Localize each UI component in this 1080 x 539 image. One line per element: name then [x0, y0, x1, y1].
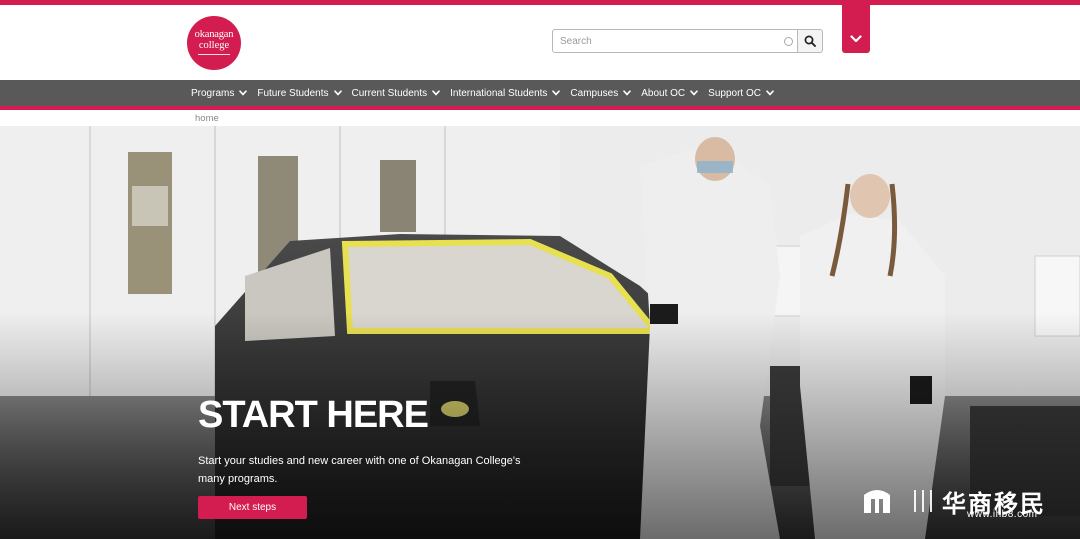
chevron-down-icon — [432, 90, 440, 96]
site-header: okanagan college — [0, 5, 1080, 80]
watermark-logo-icon — [864, 490, 890, 513]
watermark-bars — [914, 490, 932, 512]
search-input[interactable] — [560, 33, 782, 49]
nav-item-current-students[interactable]: Current Students — [352, 88, 441, 99]
nav-item-label: Current Students — [351, 87, 428, 99]
nav-item-about-oc[interactable]: About OC — [641, 88, 698, 99]
okanagan-college-logo[interactable]: okanagan college — [187, 16, 241, 70]
nav-accent-bar — [0, 106, 1080, 110]
nav-item-support-oc[interactable]: Support OC — [708, 88, 774, 99]
nav-item-international-students[interactable]: International Students — [450, 87, 561, 99]
search-icon — [804, 35, 816, 47]
nav-item-label: About OC — [641, 87, 686, 99]
chevron-down-icon — [850, 35, 862, 43]
nav-item-future-students[interactable]: Future Students — [257, 87, 342, 99]
menu-toggle-button[interactable] — [842, 5, 870, 53]
hero-banner: START HERE Start your studies and new ca… — [0, 126, 1080, 539]
nav-item-programs[interactable]: Programs — [191, 87, 248, 99]
nav-item-campuses[interactable]: Campuses — [570, 87, 632, 99]
breadcrumb-home-link[interactable]: home — [195, 113, 219, 124]
main-navigation: Programs Future Students Current Students I… — [0, 80, 1080, 106]
chevron-down-icon — [239, 90, 248, 96]
nav-items: Programs Future Students Current Students I… — [191, 80, 784, 106]
hero-title: START HERE — [198, 394, 429, 436]
breadcrumb: home — [195, 113, 219, 124]
search-button[interactable] — [798, 29, 823, 53]
watermark-url: www.ihb8.com — [967, 509, 1038, 520]
nav-item-label: International Students — [450, 87, 548, 99]
nav-item-label: Support OC — [708, 87, 761, 99]
nav-item-label: Campuses — [570, 87, 619, 99]
chevron-down-icon — [623, 90, 632, 96]
logo-text-line1: okanagan — [194, 29, 234, 40]
nav-item-label: Future Students — [257, 87, 329, 99]
logo-text-line2: college — [198, 40, 230, 51]
chevron-down-icon — [766, 90, 774, 96]
logo-underline — [198, 54, 230, 55]
chevron-down-icon — [333, 90, 342, 96]
chevron-down-icon — [690, 90, 698, 96]
search-field — [552, 29, 798, 53]
hero-shade-overlay — [0, 126, 1080, 539]
next-steps-button[interactable]: Next steps — [198, 496, 307, 519]
clear-search-icon[interactable] — [784, 37, 793, 46]
nav-item-label: Programs — [191, 87, 235, 99]
hero-description: Start your studies and new career with o… — [198, 455, 521, 485]
chevron-down-icon — [552, 90, 561, 96]
